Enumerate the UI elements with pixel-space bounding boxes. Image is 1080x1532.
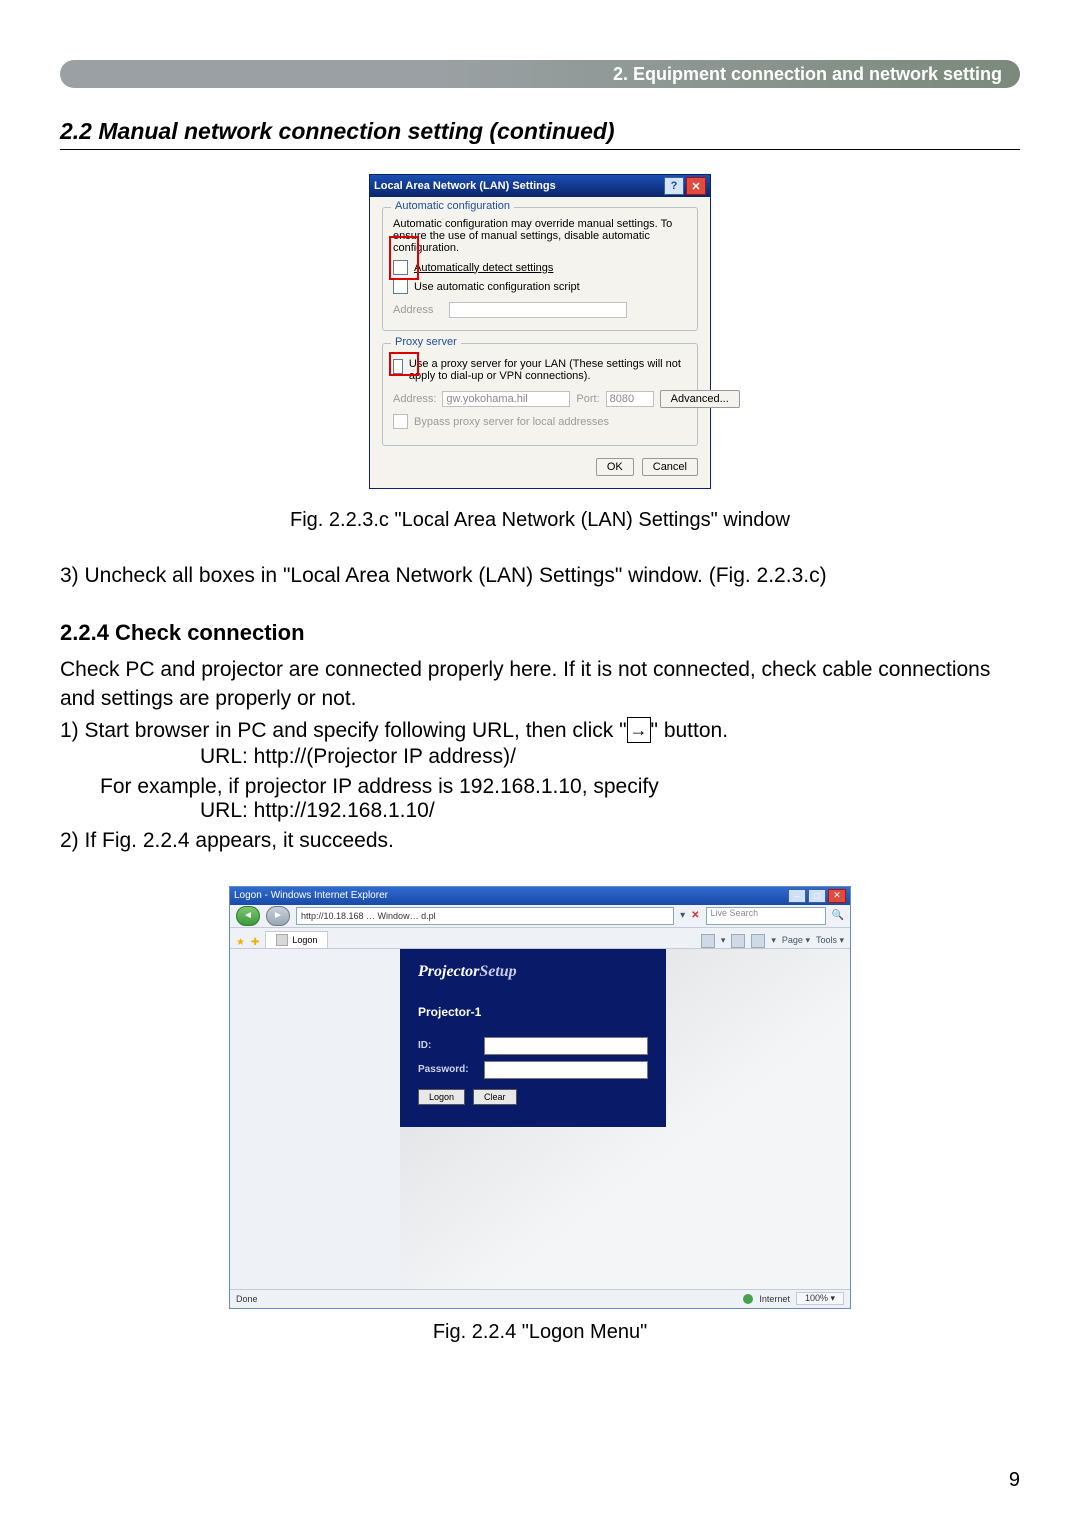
status-done: Done	[236, 1294, 258, 1304]
script-label: Use automatic configuration script	[414, 281, 580, 293]
step1-pre: 1) Start browser in PC and specify follo…	[60, 719, 627, 742]
url-line-2: URL: http://192.168.1.10/	[200, 799, 1020, 823]
subsection-224: 2.2.4 Check connection	[60, 620, 1020, 646]
print-icon[interactable]	[751, 934, 765, 948]
add-favorites-icon[interactable]: ✚	[251, 937, 259, 948]
window-close-icon[interactable]: ✕	[828, 889, 846, 903]
ie-title-text: Logon - Windows Internet Explorer	[234, 890, 388, 901]
address-text: http://10.18.168 … Window… d.pl	[301, 911, 436, 921]
id-label: ID:	[418, 1040, 478, 1051]
lan-settings-window: Local Area Network (LAN) Settings ? ✕ Au…	[369, 174, 711, 489]
back-button[interactable]: ◄	[236, 906, 260, 926]
ie-nav-toolbar: ◄ ► http://10.18.168 … Window… d.pl ▾ ✕ …	[230, 905, 850, 928]
ie-main-pane: ProjectorSetup Projector-1 ID: Password:…	[400, 949, 850, 1289]
proxy-addr-label: Address:	[393, 393, 436, 405]
clear-button[interactable]: Clear	[473, 1089, 517, 1105]
detect-label: Automatically detect settings	[414, 262, 553, 274]
status-internet: Internet	[759, 1294, 790, 1304]
lan-title-text: Local Area Network (LAN) Settings	[374, 180, 556, 192]
step1-post: " button.	[651, 719, 729, 742]
section-title: 2.2 Manual network connection setting (c…	[60, 118, 1020, 145]
auto-legend: Automatic configuration	[391, 200, 514, 212]
lan-titlebar: Local Area Network (LAN) Settings ? ✕	[370, 175, 710, 197]
advanced-button[interactable]: Advanced...	[660, 390, 740, 408]
tab-favicon	[276, 934, 288, 946]
address-dropdown-icon[interactable]: ▾	[680, 910, 685, 921]
close-icon[interactable]: ✕	[686, 177, 706, 195]
search-box[interactable]: Live Search	[706, 907, 826, 925]
section-underline	[60, 149, 1020, 150]
proxy-port-input[interactable]	[606, 391, 654, 407]
feeds-icon[interactable]	[731, 934, 745, 948]
projector-setup-title: ProjectorSetup	[418, 963, 648, 981]
ie-statusbar: Done Internet 100% ▾	[230, 1289, 850, 1308]
projector-name: Projector-1	[418, 1005, 648, 1019]
ps-title-2: Setup	[479, 963, 516, 980]
step-1: 1) Start browser in PC and specify follo…	[60, 717, 1020, 745]
password-input[interactable]	[484, 1061, 648, 1079]
bypass-label: Bypass proxy server for local addresses	[414, 416, 609, 428]
tab-label: Logon	[292, 935, 317, 945]
detect-checkbox[interactable]	[393, 260, 408, 275]
bypass-checkbox[interactable]	[393, 414, 408, 429]
forward-button[interactable]: ►	[266, 906, 290, 926]
id-input[interactable]	[484, 1037, 648, 1055]
page-menu[interactable]: Page ▾	[782, 935, 810, 946]
step-3: 3) Uncheck all boxes in "Local Area Netw…	[60, 562, 1020, 590]
internet-zone-icon	[743, 1294, 753, 1304]
minimize-icon[interactable]: –	[788, 889, 806, 903]
proxy-port-label: Port:	[576, 393, 599, 405]
tools-menu[interactable]: Tools ▾	[816, 935, 844, 946]
fig-224-caption: Fig. 2.2.4 "Logon Menu"	[60, 1321, 1020, 1344]
refresh-stop-icon[interactable]: ✕	[691, 910, 699, 921]
search-placeholder: Live Search	[711, 908, 759, 918]
address-bar[interactable]: http://10.18.168 … Window… d.pl	[296, 907, 674, 925]
ps-title-1: Projector	[418, 963, 479, 980]
auto-addr-label: Address	[393, 304, 443, 316]
logon-button[interactable]: Logon	[418, 1089, 465, 1105]
cancel-button[interactable]: Cancel	[642, 458, 698, 476]
proxy-label: Use a proxy server for your LAN (These s…	[409, 358, 687, 382]
auto-desc: Automatic configuration may override man…	[393, 218, 687, 254]
auto-config-group: Automatic configuration Automatic config…	[382, 207, 698, 331]
page-number: 9	[1009, 1469, 1020, 1492]
proxy-group: Proxy server Use a proxy server for your…	[382, 343, 698, 446]
ie-left-pane	[230, 949, 400, 1289]
tab-logon[interactable]: Logon	[265, 931, 328, 948]
ie-titlebar: Logon - Windows Internet Explorer – □ ✕	[230, 887, 850, 905]
proxy-legend: Proxy server	[391, 336, 461, 348]
maximize-icon[interactable]: □	[808, 889, 826, 903]
proxy-checkbox[interactable]	[393, 359, 403, 374]
check-paragraph: Check PC and projector are connected pro…	[60, 656, 1020, 713]
chapter-header: 2. Equipment connection and network sett…	[60, 60, 1020, 88]
password-label: Password:	[418, 1064, 478, 1075]
ie-tabstrip: ★ ✚ Logon ▾ ▾ Page ▾ Tools ▾	[230, 928, 850, 949]
home-icon[interactable]	[701, 934, 715, 948]
example-line: For example, if projector IP address is …	[100, 775, 1020, 799]
proxy-addr-input[interactable]	[442, 391, 570, 407]
favorites-star-icon[interactable]: ★	[236, 937, 245, 948]
ie-content: ProjectorSetup Projector-1 ID: Password:…	[230, 949, 850, 1289]
help-icon[interactable]: ?	[664, 177, 684, 195]
url-line-1: URL: http://(Projector IP address)/	[200, 745, 1020, 769]
step-2: 2) If Fig. 2.2.4 appears, it succeeds.	[60, 827, 1020, 855]
ie-window: Logon - Windows Internet Explorer – □ ✕ …	[229, 886, 851, 1309]
chapter-title: 2. Equipment connection and network sett…	[613, 64, 1002, 85]
search-go-icon[interactable]: 🔍	[832, 910, 844, 921]
zoom-control[interactable]: 100% ▾	[796, 1292, 844, 1305]
script-checkbox[interactable]	[393, 279, 408, 294]
ok-button[interactable]: OK	[596, 458, 634, 476]
fig-223c-caption: Fig. 2.2.3.c "Local Area Network (LAN) S…	[60, 509, 1020, 532]
projector-setup-panel: ProjectorSetup Projector-1 ID: Password:…	[400, 949, 666, 1127]
go-arrow-icon: →	[627, 717, 651, 743]
auto-addr-input[interactable]	[449, 302, 627, 318]
